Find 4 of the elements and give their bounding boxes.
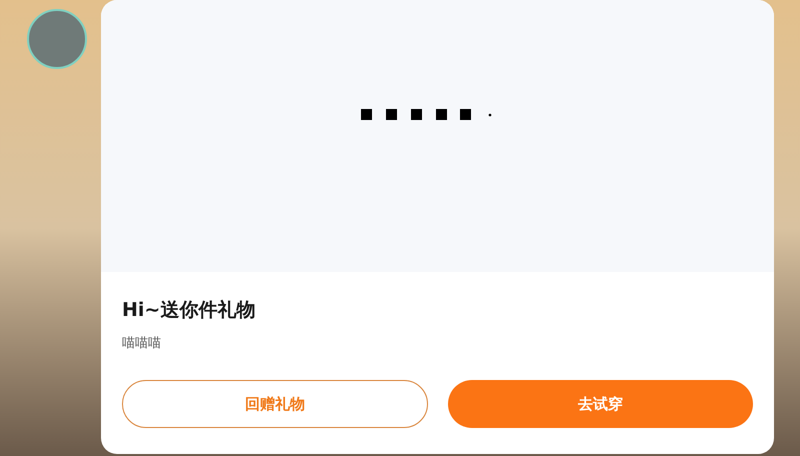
try-on-button[interactable]: 去试穿 (448, 380, 753, 428)
gift-title: Hi~送你件礼物 (122, 298, 256, 323)
gift-message: 喵喵喵 (122, 335, 162, 353)
return-gift-button[interactable]: 回赠礼物 (122, 380, 428, 428)
